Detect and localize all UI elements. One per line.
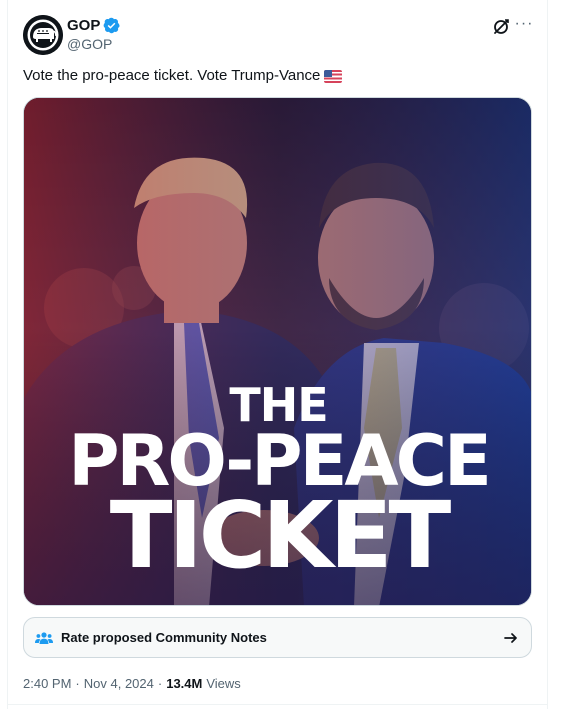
timeline-divider [7, 704, 548, 705]
timeline-border-right [547, 0, 548, 709]
people-icon [35, 631, 53, 644]
more-options-button[interactable]: ··· [513, 16, 535, 37]
name-row: GOP [67, 16, 120, 34]
grok-icon[interactable] [491, 17, 511, 37]
timeline-border-left [7, 0, 8, 709]
tweet-date[interactable]: Nov 4, 2024 [84, 676, 154, 691]
rate-community-notes-button[interactable]: Rate proposed Community Notes [23, 617, 532, 658]
tweet-text-body: Vote the pro-peace ticket. Vote Trump-Va… [23, 67, 321, 84]
tweet-time[interactable]: 2:40 PM [23, 676, 71, 691]
tweet-media-image[interactable]: THE PRO-PEACE TICKET [23, 97, 532, 606]
views-label: Views [206, 676, 241, 691]
tweet-header: GOP @GOP ··· [23, 15, 533, 55]
elephant-logo-icon [23, 15, 63, 55]
arrow-right-icon [504, 633, 517, 643]
author-names: GOP @GOP [67, 16, 120, 52]
tweet-text: Vote the pro-peace ticket. Vote Trump-Va… [23, 66, 343, 86]
views-count: 13.4M [166, 676, 203, 691]
verified-badge-icon[interactable] [103, 17, 120, 34]
handle[interactable]: @GOP [67, 36, 120, 52]
tweet-meta: 2:40 PM · Nov 4, 2024 · 13.4M Views [23, 676, 241, 691]
overlay-title-line-3: TICKET [109, 482, 451, 589]
avatar[interactable] [23, 15, 63, 55]
us-flag-emoji [324, 69, 343, 83]
community-notes-label: Rate proposed Community Notes [61, 630, 267, 645]
meta-separator: · [75, 676, 80, 691]
display-name[interactable]: GOP [67, 17, 100, 34]
meta-separator-2: · [157, 676, 163, 691]
